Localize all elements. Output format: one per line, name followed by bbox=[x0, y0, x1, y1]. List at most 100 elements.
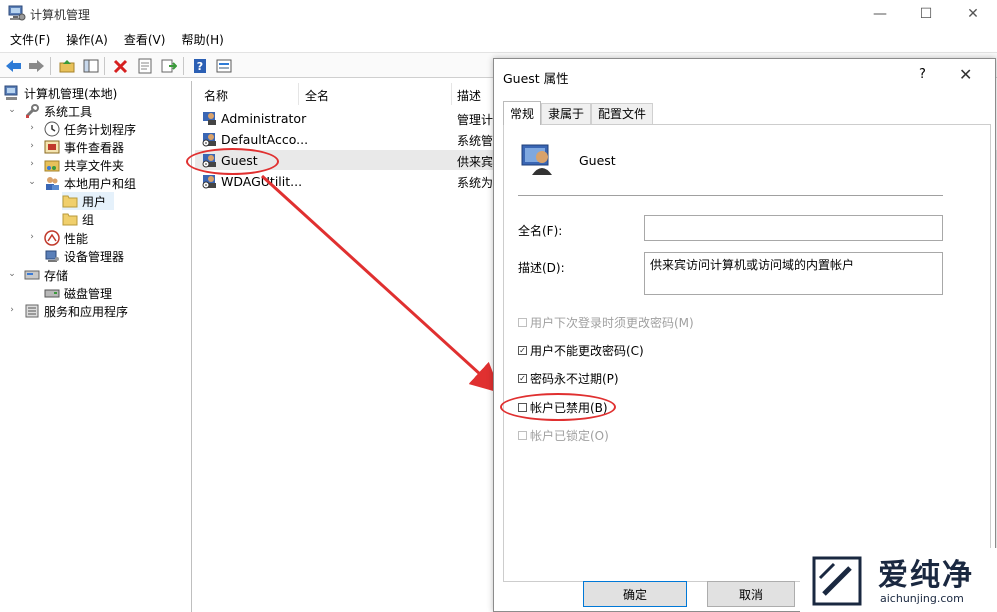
user-icon bbox=[521, 144, 552, 175]
description-label: 描述(D): bbox=[518, 261, 565, 275]
menu-help[interactable]: 帮助(H) bbox=[173, 30, 231, 50]
delete-icon[interactable] bbox=[112, 57, 130, 75]
column-name[interactable]: 名称 bbox=[204, 87, 228, 104]
tree-label: 组 bbox=[82, 212, 95, 227]
navigation-tree: 计算机管理(本地) ⌄ 系统工具 › 任务计划程序 › 事件查看器 › 共享文件… bbox=[0, 81, 192, 612]
chevron-right-icon[interactable]: › bbox=[27, 123, 37, 133]
row-name: Administrator bbox=[221, 111, 307, 126]
view-icon[interactable] bbox=[215, 57, 233, 75]
back-arrow-icon[interactable] bbox=[5, 57, 23, 75]
window-title: 计算机管理 bbox=[30, 8, 91, 22]
tab-general[interactable]: 常规 bbox=[503, 101, 542, 125]
close-button[interactable]: ✕ bbox=[950, 0, 996, 28]
menu-view[interactable]: 查看(V) bbox=[116, 30, 174, 50]
fullname-label: 全名(F): bbox=[518, 224, 563, 238]
checkmark-icon: ✓ bbox=[518, 346, 527, 355]
performance-icon bbox=[44, 230, 60, 246]
checkbox-unchecked bbox=[518, 431, 527, 440]
checkbox-label: 密码永不过期(P) bbox=[530, 372, 619, 386]
chevron-down-icon[interactable]: ⌄ bbox=[27, 177, 37, 187]
tree-item-users[interactable]: 用户 bbox=[62, 192, 114, 210]
tree-root[interactable]: 计算机管理(本地) bbox=[4, 84, 117, 102]
row-name: DefaultAcco... bbox=[221, 132, 309, 147]
tree-item-system-tools[interactable]: 系统工具 bbox=[24, 102, 92, 120]
shared-folder-icon bbox=[44, 160, 60, 172]
fullname-input[interactable] bbox=[644, 215, 943, 241]
chevron-right-icon[interactable]: › bbox=[27, 141, 37, 151]
annotation-oval-disabled bbox=[500, 393, 616, 421]
tree-item-performance[interactable]: 性能 bbox=[44, 229, 88, 247]
cannot-change-password-checkbox[interactable]: ✓ 用户不能更改密码(C) bbox=[518, 342, 644, 359]
tree-label: 计算机管理(本地) bbox=[24, 86, 118, 101]
help-icon[interactable]: ? bbox=[191, 57, 209, 75]
tree-item-disk-management[interactable]: 磁盘管理 bbox=[44, 284, 112, 302]
properties-icon[interactable] bbox=[136, 57, 154, 75]
ok-button[interactable]: 确定 bbox=[583, 581, 687, 607]
guest-properties-dialog: Guest 属性 ? ✕ 常规 隶属于 配置文件 Guest 全名(F): 描述… bbox=[493, 58, 996, 612]
tools-icon bbox=[25, 104, 39, 118]
tree-item-device-manager[interactable]: 设备管理器 bbox=[44, 247, 124, 265]
storage-icon bbox=[24, 270, 40, 280]
folder-icon bbox=[62, 213, 78, 226]
tree-item-local-users-groups[interactable]: 本地用户和组 bbox=[44, 174, 136, 192]
must-change-password-checkbox[interactable]: 用户下次登录时须更改密码(M) bbox=[518, 314, 694, 331]
tree-item-storage[interactable]: 存储 bbox=[24, 266, 68, 284]
maximize-button[interactable]: ☐ bbox=[903, 0, 949, 28]
help-button[interactable]: ? bbox=[919, 67, 926, 82]
forward-arrow-icon[interactable] bbox=[27, 57, 45, 75]
event-viewer-icon bbox=[44, 140, 60, 154]
tree-label: 磁盘管理 bbox=[64, 286, 113, 301]
account-locked-checkbox[interactable]: 帐户已锁定(O) bbox=[518, 427, 609, 444]
dialog-tabs: 常规 隶属于 配置文件 bbox=[503, 101, 654, 125]
row-description: 系统管 bbox=[457, 134, 494, 148]
tree-label: 用户 bbox=[82, 194, 107, 209]
tree-label: 任务计划程序 bbox=[64, 122, 137, 137]
menu-file[interactable]: 文件(F) bbox=[0, 30, 58, 50]
up-folder-icon[interactable] bbox=[58, 57, 76, 75]
tree-label: 性能 bbox=[64, 231, 89, 246]
tab-member-of[interactable]: 隶属于 bbox=[541, 103, 592, 125]
services-icon bbox=[25, 304, 39, 318]
export-icon[interactable] bbox=[160, 57, 178, 75]
checkbox-unchecked bbox=[518, 318, 527, 327]
watermark-logo-icon bbox=[812, 556, 862, 606]
checkmark-icon: ✓ bbox=[518, 374, 527, 383]
tree-label: 设备管理器 bbox=[64, 249, 125, 264]
menu-action[interactable]: 操作(A) bbox=[58, 30, 116, 50]
chevron-right-icon[interactable]: › bbox=[27, 159, 37, 169]
chevron-down-icon[interactable]: ⌄ bbox=[7, 105, 17, 115]
users-group-icon bbox=[46, 177, 59, 190]
tree-label: 系统工具 bbox=[44, 104, 93, 119]
show-hide-tree-icon[interactable] bbox=[82, 57, 100, 75]
watermark-text: 爱纯净 bbox=[878, 558, 974, 593]
cancel-button[interactable]: 取消 bbox=[707, 581, 795, 607]
title-bar: 计算机管理 — ☐ ✕ bbox=[0, 0, 997, 28]
row-description: 系统为 bbox=[457, 176, 494, 190]
description-input[interactable]: 供来宾访问计算机或访问域的内置帐户 bbox=[644, 252, 943, 295]
password-never-expires-checkbox[interactable]: ✓ 密码永不过期(P) bbox=[518, 370, 619, 387]
chevron-down-icon[interactable]: ⌄ bbox=[7, 269, 17, 279]
tree-label: 事件查看器 bbox=[64, 140, 125, 155]
checkbox-label: 用户下次登录时须更改密码(M) bbox=[530, 316, 694, 330]
dialog-close-button[interactable]: ✕ bbox=[959, 65, 972, 84]
tree-item-shared-folders[interactable]: 共享文件夹 bbox=[44, 156, 124, 174]
divider bbox=[518, 195, 943, 196]
tree-item-event-viewer[interactable]: 事件查看器 bbox=[44, 138, 124, 156]
watermark: 爱纯净 aichunjing.com bbox=[800, 548, 997, 612]
tree-item-services-apps[interactable]: 服务和应用程序 bbox=[24, 302, 128, 320]
user-icon bbox=[203, 112, 216, 125]
dialog-title: Guest 属性 bbox=[503, 71, 569, 86]
tree-item-groups[interactable]: 组 bbox=[62, 210, 94, 228]
tree-item-task-scheduler[interactable]: 任务计划程序 bbox=[44, 120, 136, 138]
column-description[interactable]: 描述 bbox=[457, 87, 481, 104]
device-manager-icon bbox=[45, 250, 59, 262]
tree-label: 服务和应用程序 bbox=[44, 304, 129, 319]
chevron-right-icon[interactable]: › bbox=[27, 232, 37, 242]
tab-profile[interactable]: 配置文件 bbox=[591, 103, 654, 125]
tree-label: 本地用户和组 bbox=[64, 176, 137, 191]
minimize-button[interactable]: — bbox=[857, 0, 903, 28]
watermark-url: aichunjing.com bbox=[880, 592, 964, 605]
chevron-right-icon[interactable]: › bbox=[7, 305, 17, 315]
column-fullname[interactable]: 全名 bbox=[305, 87, 329, 104]
disabled-user-icon bbox=[202, 133, 216, 147]
